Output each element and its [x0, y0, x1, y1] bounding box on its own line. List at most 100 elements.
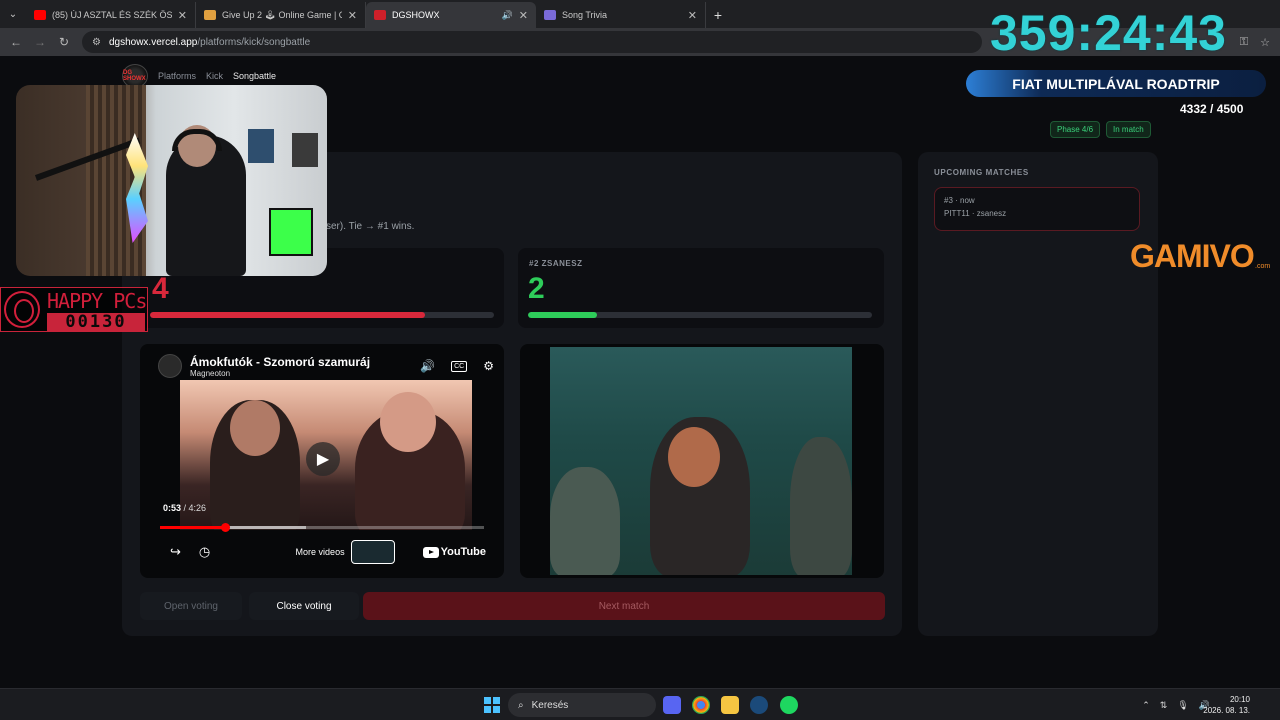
contestant-1-vote-bar [150, 312, 494, 318]
player-header: Ámokfutók - Szomorú szamuráj Magneoton 🔊… [158, 352, 494, 380]
youtube-player[interactable]: Ámokfutók - Szomorú szamuráj Magneoton 🔊… [140, 344, 504, 578]
close-tab-icon[interactable]: ✕ [519, 9, 528, 22]
match-status-badge: In match [1106, 121, 1151, 138]
search-icon: ⌕ [518, 699, 524, 711]
close-tab-icon[interactable]: ✕ [178, 9, 187, 22]
more-videos-thumbnail[interactable] [350, 540, 395, 564]
address-bar[interactable]: ⚙ dgshowx.vercel.app/platforms/kick/song… [82, 31, 982, 53]
green-screen-display [269, 208, 313, 256]
tab-search-chevron-icon[interactable]: ⌄ [0, 0, 26, 28]
contestant-2-vote-bar [528, 312, 872, 318]
vote-bar-fill [528, 312, 597, 318]
site-info-icon[interactable]: ⚙ [92, 37, 101, 48]
video-progress-bar[interactable] [160, 523, 484, 532]
watch-later-clock-icon[interactable]: ◷ [199, 544, 210, 560]
trivia-favicon-icon [544, 10, 556, 20]
chrome-icon[interactable] [692, 696, 710, 714]
taskbar-search[interactable]: ⌕ Keresés [508, 693, 656, 717]
discord-icon[interactable] [663, 696, 681, 714]
scrubber-handle[interactable] [220, 523, 230, 532]
youtube-logo[interactable]: YouTube [422, 546, 486, 558]
microphone-icon[interactable]: 🎙 [1177, 700, 1188, 711]
buffered-bar [224, 526, 306, 529]
roadtrip-goal-banner: FIAT MULTIPLÁVAL ROADTRIP [966, 70, 1266, 97]
webcam-overlay [16, 85, 327, 276]
channel-avatar[interactable] [158, 354, 182, 378]
url-host: dgshowx.vercel.app [108, 36, 198, 48]
breadcrumb-platforms[interactable]: Platforms [158, 71, 196, 81]
key-icon[interactable]: ⚿ [1240, 36, 1248, 49]
video-player-2[interactable] [520, 344, 884, 578]
network-icon[interactable]: ⇅ [1160, 700, 1168, 711]
happy-pcs-title: HAPPY PCs [47, 289, 147, 313]
clock-date: 2026. 08. 13. [1203, 706, 1250, 715]
happy-pcs-code: 00130 [47, 313, 145, 331]
captions-icon[interactable]: CC [451, 360, 468, 372]
played-bar [160, 526, 225, 529]
tab-title: Song Trivia [562, 10, 608, 20]
browser-tab-youtube[interactable]: (85) ÚJ ASZTAL ÉS SZÉK ÖSSZE ✕ [26, 2, 196, 28]
video-frame[interactable] [550, 347, 852, 575]
contestant-1-score-value: 4 [152, 272, 169, 305]
upcoming-match-item[interactable]: #3 · now PITT11 · zsanesz [934, 187, 1140, 231]
contestant-score: 2 [528, 272, 545, 305]
spotify-icon[interactable] [780, 696, 798, 714]
breadcrumb-kick[interactable]: Kick [206, 71, 223, 81]
tray-overflow-chevron-icon[interactable]: ⌃ [1142, 700, 1150, 711]
browser-tab-giveup[interactable]: Give Up 2 🕹 Online Game | Ga ✕ [196, 2, 366, 28]
bookmark-star-icon[interactable]: ☆ [1260, 36, 1270, 49]
browser-tab-dgshowx[interactable]: DGSHOWX 🔊 ✕ [366, 2, 536, 28]
player-controls: ↪ ◷ More videos YouTube [170, 540, 486, 564]
open-voting-button[interactable]: Open voting [140, 592, 242, 620]
browser-tab-songtrivia[interactable]: Song Trivia ✕ [536, 2, 706, 28]
play-icon[interactable]: ▶ [306, 442, 340, 476]
dgshowx-favicon-icon [374, 10, 386, 20]
reload-icon[interactable]: ↻ [52, 35, 76, 49]
video-title[interactable]: Ámokfutók - Szomorú szamuráj [190, 355, 380, 369]
subathon-timer: 359:24:43 [990, 5, 1227, 61]
youtube-favicon-icon [34, 10, 46, 20]
share-icon[interactable]: ↪ [170, 544, 181, 560]
video-face [380, 392, 436, 452]
next-match-button[interactable]: Next match [363, 592, 885, 620]
forward-arrow-icon[interactable]: → [28, 35, 52, 49]
toolbar-actions: ⚿ ☆ [1240, 28, 1270, 56]
youtube-wordmark: YouTube [440, 546, 486, 558]
wall-poster [292, 133, 318, 167]
status-badges: Phase 4/6 In match [1050, 121, 1151, 138]
windows-start-icon[interactable] [484, 697, 500, 713]
close-tab-icon[interactable]: ✕ [348, 9, 357, 22]
phase-badge: Phase 4/6 [1050, 121, 1101, 138]
more-videos-label[interactable]: More videos [296, 547, 345, 557]
video-duration: 4:26 [188, 503, 207, 513]
url-path: /platforms/kick/songbattle [197, 36, 311, 48]
file-explorer-icon[interactable] [721, 696, 739, 714]
match-players: PITT11 · zsanesz [944, 209, 1007, 218]
channel-name[interactable]: Magneoton [190, 369, 404, 378]
current-time: 0:53 [163, 503, 182, 513]
close-voting-button[interactable]: Close voting [249, 592, 359, 620]
contestant-2-score: #2 ZSANESZ 2 [518, 248, 884, 328]
search-placeholder: Keresés [531, 699, 569, 711]
headphones [172, 129, 222, 151]
youtube-play-mark-icon [422, 546, 439, 558]
volume-icon[interactable]: 🔊 [420, 359, 435, 373]
upcoming-matches-title: UPCOMING MATCHES [934, 168, 1029, 177]
video-person [790, 437, 852, 575]
tab-title: DGSHOWX [392, 10, 440, 20]
video-person [550, 467, 620, 575]
wall-poster [248, 129, 274, 163]
upcoming-matches-panel: UPCOMING MATCHES #3 · now PITT11 · zsane… [918, 152, 1158, 636]
opera-logo-icon [4, 291, 40, 328]
new-tab-icon[interactable]: + [706, 2, 730, 28]
taskbar-clock[interactable]: 20:10 2026. 08. 13. [1203, 694, 1250, 716]
audio-playing-icon[interactable]: 🔊 [502, 10, 513, 21]
match-number: #3 · now [944, 196, 975, 205]
back-arrow-icon[interactable]: ← [4, 35, 28, 49]
settings-gear-icon[interactable]: ⚙ [483, 359, 494, 373]
steam-icon[interactable] [750, 696, 768, 714]
close-tab-icon[interactable]: ✕ [688, 9, 697, 22]
system-tray: ⌃ ⇅ 🎙 🔊 [1142, 689, 1210, 720]
tab-title: Give Up 2 🕹 Online Game | Ga [222, 9, 342, 20]
breadcrumb-songbattle[interactable]: Songbattle [233, 71, 276, 81]
